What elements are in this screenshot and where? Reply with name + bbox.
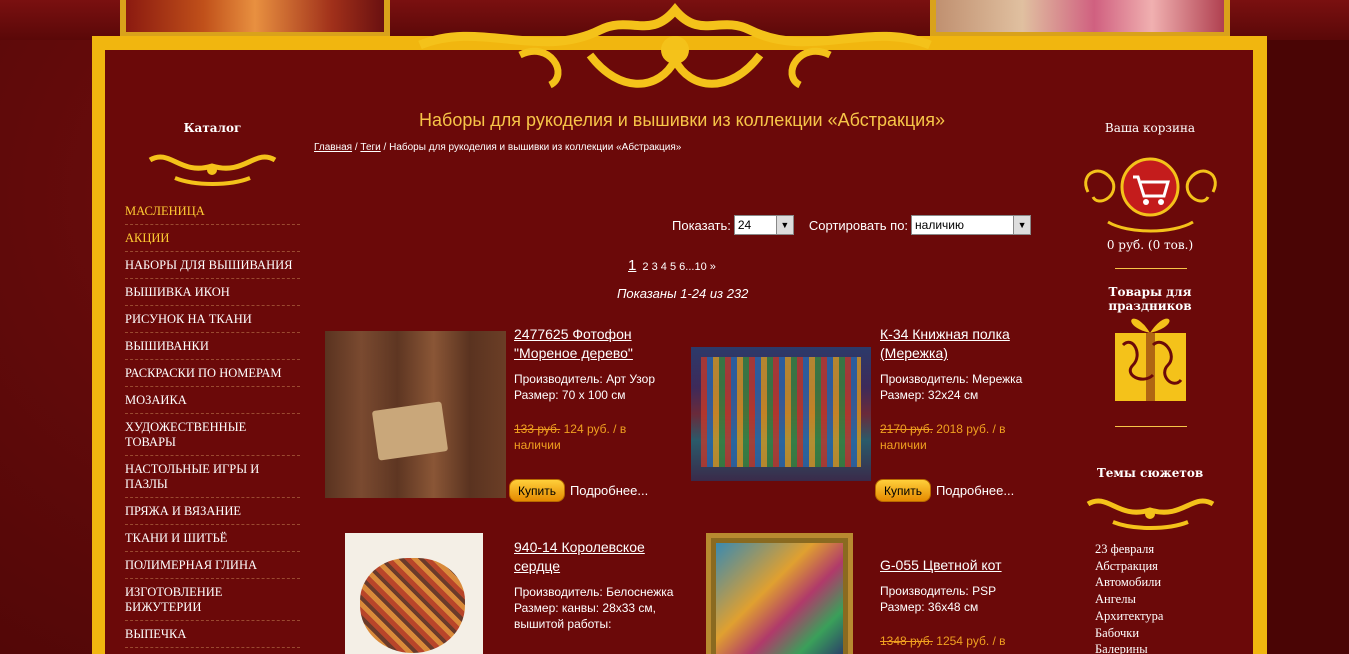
breadcrumb: Главная / Теги / Наборы для рукоделия и … [314, 142, 681, 153]
page-title: Наборы для рукоделия и вышивки из коллек… [419, 110, 945, 130]
show-count-value: 24 [737, 218, 752, 232]
results-count: Показаны 1-24 из 232 [617, 286, 749, 301]
listing-controls: Показать: 24 ▼ Сортировать по: наличию ▼ [672, 215, 1032, 235]
catalog-menu-item[interactable]: ИЗГОТОВЛЕНИЕ БИЖУТЕРИИ [125, 579, 300, 621]
product-image[interactable] [706, 533, 853, 654]
bookshelf-picture [701, 357, 861, 467]
chevron-down-icon: ▼ [1013, 216, 1031, 234]
header-flowers-right-image [930, 0, 1230, 38]
product-old-price: 133 руб. [514, 422, 561, 436]
product-maker: Производитель: Белоснежка [514, 585, 674, 599]
sort-label: Сортировать по: [808, 217, 909, 233]
themes-title: Темы сюжетов [1096, 466, 1204, 480]
divider [1115, 268, 1187, 269]
catalog-menu-item[interactable]: НАСТОЛЬНЫЕ ИГРЫ И ПАЗЛЫ [125, 456, 300, 498]
page-link[interactable]: 4 [661, 261, 667, 273]
theme-link[interactable]: Бабочки [1095, 625, 1163, 642]
catalog-menu: МАСЛЕНИЦА АКЦИИ НАБОРЫ ДЛЯ ВЫШИВАНИЯ ВЫШИВК… [125, 198, 300, 648]
product-price: 133 руб. 124 руб. / в наличии [514, 421, 674, 453]
product-size: Размер: 36х48 см [880, 600, 979, 614]
cart-title: Ваша корзина [1104, 121, 1196, 135]
theme-link[interactable]: Ангелы [1095, 591, 1163, 608]
product-title-link[interactable]: К-34 Книжная полка (Мережка) [880, 325, 1040, 363]
breadcrumb-tags-link[interactable]: Теги [360, 142, 380, 153]
product-price: 2170 руб. 2018 руб. / в наличии [880, 421, 1040, 453]
header-flowers-left-image [120, 0, 390, 38]
catalog-menu-item[interactable]: ВЫШИВКА ИКОН [125, 279, 300, 306]
divider [1115, 426, 1187, 427]
more-link[interactable]: Подробнее... [936, 483, 1014, 498]
breadcrumb-separator: / [383, 142, 387, 153]
catalog-menu-item[interactable]: РИСУНОК НА ТКАНИ [125, 306, 300, 333]
catalog-swirl-icon [148, 154, 277, 186]
themes-list: 23 февраля Абстракция Автомобили Ангелы Архи… [1095, 541, 1163, 654]
product-size: Размер: канвы: 28х33 см, вышитой работы: [514, 601, 657, 631]
product-size: Размер: 32х24 см [880, 388, 979, 402]
page-link[interactable]: 10 [694, 261, 706, 273]
page-current: 1 [628, 257, 637, 274]
theme-link[interactable]: Балерины [1095, 641, 1163, 654]
product-old-price: 2170 руб. [880, 422, 933, 436]
theme-link[interactable]: Архитектура [1095, 608, 1163, 625]
product-maker: Производитель: Арт Узор [514, 372, 655, 386]
themes-swirl-icon [1086, 498, 1215, 530]
product-current-price: 1254 руб. / в [936, 634, 1006, 648]
catalog-menu-item[interactable]: ПРЯЖА И ВЯЗАНИЕ [125, 498, 300, 525]
next-page-link[interactable]: » [710, 261, 716, 273]
product-price: 1348 руб. 1254 руб. / в [880, 633, 1040, 649]
show-count-select[interactable]: 24 ▼ [733, 215, 794, 235]
page-link[interactable]: 2 [642, 261, 648, 273]
gift-box-icon [371, 401, 449, 461]
theme-link[interactable]: Абстракция [1095, 558, 1163, 575]
catalog-menu-item[interactable]: РАСКРАСКИ ПО НОМЕРАМ [125, 360, 300, 387]
product-image[interactable] [325, 331, 506, 498]
product-image[interactable] [691, 347, 871, 481]
cart-summary: 0 руб. (0 тов.) [1106, 238, 1194, 252]
page-link[interactable]: 3 [652, 261, 658, 273]
cat-picture [716, 543, 843, 654]
product-size: Размер: 70 х 100 см [514, 388, 626, 402]
page-link[interactable]: 5 [670, 261, 676, 273]
gift-icon[interactable] [1113, 305, 1188, 403]
product-image[interactable] [345, 533, 483, 654]
catalog-menu-item[interactable]: АКЦИИ [125, 225, 300, 252]
cart-icon[interactable] [1078, 152, 1223, 234]
buy-button[interactable]: Купить [509, 479, 565, 502]
theme-link[interactable]: 23 февраля [1095, 541, 1163, 558]
catalog-menu-item[interactable]: НАБОРЫ ДЛЯ ВЫШИВАНИЯ [125, 252, 300, 279]
breadcrumb-separator: / [354, 142, 358, 153]
product-title-link[interactable]: 2477625 Фотофон "Мореное дерево" [514, 325, 674, 363]
theme-link[interactable]: Автомобили [1095, 574, 1163, 591]
breadcrumb-home-link[interactable]: Главная [314, 142, 352, 153]
catalog-menu-item[interactable]: ПОЛИМЕРНАЯ ГЛИНА [125, 552, 300, 579]
product-title-link[interactable]: G-055 Цветной кот [880, 556, 1040, 575]
product-title-link[interactable]: 940-14 Королевское сердце [514, 538, 679, 576]
catalog-menu-item[interactable]: ХУДОЖЕСТВЕННЫЕ ТОВАРЫ [125, 414, 300, 456]
show-label: Показать: [672, 217, 731, 233]
catalog-title: Каталог [183, 121, 242, 135]
product-maker: Производитель: PSP [880, 584, 997, 598]
catalog-menu-item[interactable]: ВЫПЕЧКА [125, 621, 300, 648]
catalog-menu-item[interactable]: МАСЛЕНИЦА [125, 198, 300, 225]
more-link[interactable]: Подробнее... [570, 483, 648, 498]
breadcrumb-current: Наборы для рукоделия и вышивки из коллек… [389, 142, 682, 153]
sort-select[interactable]: наличию ▼ [911, 215, 1032, 235]
catalog-menu-item[interactable]: ВЫШИВАНКИ [125, 333, 300, 360]
catalog-menu-item[interactable]: МОЗАИКА [125, 387, 300, 414]
buy-button[interactable]: Купить [875, 479, 931, 502]
product-old-price: 1348 руб. [880, 634, 933, 648]
catalog-menu-item[interactable]: ТКАНИ И ШИТЬЁ [125, 525, 300, 552]
product-maker: Производитель: Мережка [880, 372, 1023, 386]
chevron-down-icon: ▼ [775, 216, 793, 234]
pagination: 1 2 3 4 5 6...10 » [628, 257, 716, 274]
header-ornament-icon [418, 2, 932, 89]
sort-value: наличию [915, 218, 965, 232]
heart-pattern-picture [360, 558, 465, 653]
